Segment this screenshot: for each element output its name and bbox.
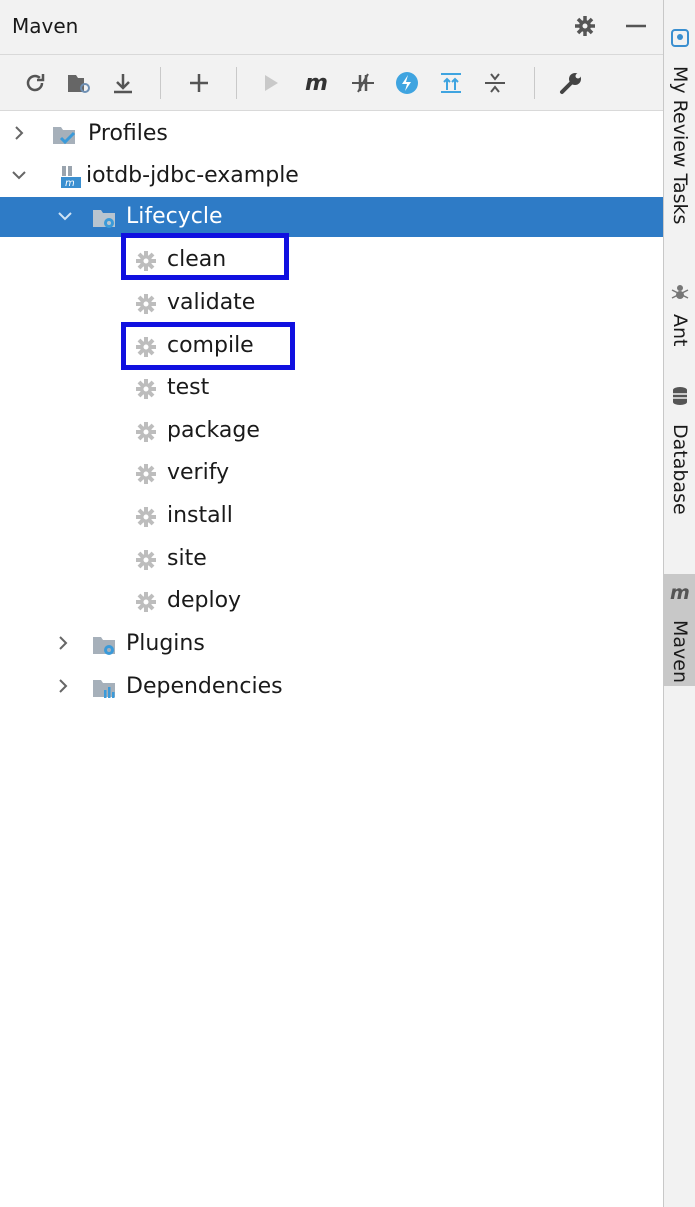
panel-title: Maven [12, 14, 79, 38]
gear-icon [136, 550, 156, 570]
lifecycle-folder-icon [93, 210, 115, 228]
tree-node-dependencies[interactable]: Dependencies [0, 667, 663, 707]
dependencies-folder-icon [93, 680, 115, 698]
goal-install[interactable]: install [0, 496, 663, 536]
tree-label-project: iotdb-jdbc-example [86, 163, 299, 188]
svg-text:m: m [670, 582, 690, 602]
goal-clean[interactable]: clean [0, 240, 663, 280]
goal-label: test [167, 375, 210, 400]
toolbar-separator [236, 67, 237, 99]
tab-maven[interactable]: m Maven [664, 574, 695, 686]
maven-tool-window: Maven m Profiles m iotdb-jdbc-example Li… [0, 0, 663, 1207]
goal-site[interactable]: site [0, 539, 663, 579]
maven-toolbar: m [0, 55, 663, 111]
plugins-folder-icon [93, 637, 115, 655]
chevron-down-icon[interactable] [56, 207, 74, 225]
download-icon[interactable] [104, 64, 142, 102]
panel-header: Maven [0, 0, 663, 55]
goal-label: install [167, 503, 233, 528]
chevron-right-icon[interactable] [54, 634, 72, 652]
goal-label: package [167, 418, 260, 443]
execute-goal-icon[interactable]: m [300, 64, 338, 102]
tab-label: Maven [669, 620, 691, 684]
tree-label-dependencies: Dependencies [126, 674, 283, 699]
goal-verify[interactable]: verify [0, 453, 663, 493]
tab-label: My Review Tasks [669, 66, 691, 225]
right-tool-stripe: My Review Tasks Ant Database m Maven [663, 0, 695, 1207]
tree-node-project[interactable]: m iotdb-jdbc-example [0, 156, 663, 196]
tree-node-lifecycle[interactable]: Lifecycle [0, 197, 663, 237]
goal-label: verify [167, 460, 230, 485]
svg-text:m: m [305, 71, 328, 95]
toggle-offline-icon[interactable] [344, 64, 382, 102]
reload-icon[interactable] [16, 64, 54, 102]
goal-compile[interactable]: compile [0, 326, 663, 366]
tab-my-review-tasks[interactable]: My Review Tasks [664, 22, 695, 272]
maven-icon: m [670, 582, 690, 602]
tree-node-plugins[interactable]: Plugins [0, 624, 663, 664]
tree-label-plugins: Plugins [126, 631, 205, 656]
add-icon[interactable] [180, 64, 218, 102]
goal-label: site [167, 546, 207, 571]
chevron-right-icon[interactable] [10, 124, 28, 142]
gear-icon [136, 294, 156, 314]
goal-label: validate [167, 290, 256, 315]
goal-package[interactable]: package [0, 411, 663, 451]
toolbar-separator [160, 67, 161, 99]
tab-ant[interactable]: Ant [664, 278, 695, 362]
maven-project-icon: m [61, 166, 81, 189]
tab-database[interactable]: Database [664, 380, 695, 558]
gear-icon [136, 592, 156, 612]
gear-icon [136, 422, 156, 442]
goal-deploy[interactable]: deploy [0, 581, 663, 621]
gear-icon [136, 507, 156, 527]
goal-test[interactable]: test [0, 368, 663, 408]
tree-node-profiles[interactable]: Profiles [0, 114, 663, 154]
review-tasks-icon [671, 29, 689, 47]
database-icon [673, 387, 687, 405]
settings-wrench-icon[interactable] [552, 64, 590, 102]
collapse-all-icon[interactable] [476, 64, 514, 102]
generate-sources-icon[interactable] [60, 64, 98, 102]
toolbar-separator [534, 67, 535, 99]
chevron-down-icon[interactable] [10, 166, 28, 184]
profiles-folder-icon [53, 127, 76, 145]
skip-tests-icon[interactable] [388, 64, 426, 102]
gear-icon [136, 379, 156, 399]
goal-validate[interactable]: validate [0, 283, 663, 323]
show-dependencies-icon[interactable] [432, 64, 470, 102]
highlight-box-compile [121, 322, 295, 370]
tab-label: Database [669, 424, 691, 515]
settings-gear-icon[interactable] [567, 8, 603, 44]
run-icon[interactable] [252, 64, 290, 102]
ant-icon [671, 285, 689, 299]
tree-label-profiles: Profiles [88, 121, 168, 146]
svg-text:m: m [65, 178, 75, 189]
highlight-box-clean [121, 233, 289, 280]
chevron-right-icon[interactable] [54, 677, 72, 695]
tree-label-lifecycle: Lifecycle [126, 204, 223, 229]
gear-icon [136, 464, 156, 484]
goal-label: deploy [167, 588, 242, 613]
minimize-icon[interactable] [618, 8, 654, 44]
tab-label: Ant [669, 314, 691, 347]
